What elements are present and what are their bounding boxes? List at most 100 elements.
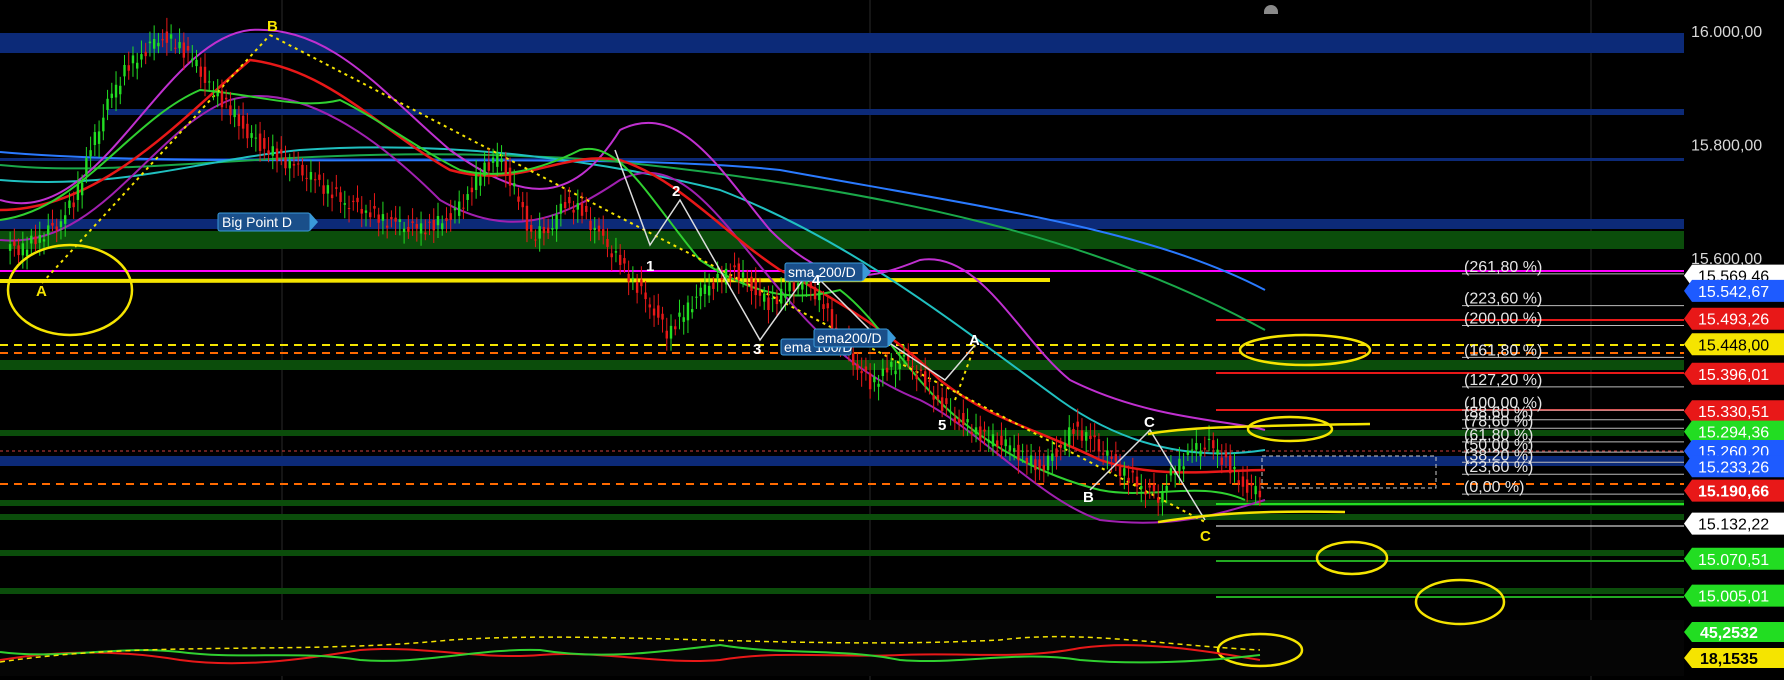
candle-body	[182, 42, 186, 58]
fib-level-label: (23,60 %)	[1464, 459, 1533, 476]
candle-body	[373, 206, 376, 209]
candle-body	[1084, 432, 1088, 441]
fib-level-label: (200,00 %)	[1464, 311, 1542, 328]
candle-body	[729, 275, 732, 279]
candle-body	[517, 196, 520, 202]
wave-label-1: 1	[646, 258, 654, 275]
candle-body	[860, 371, 863, 374]
candle-body	[275, 148, 279, 161]
candle-body	[750, 276, 753, 292]
ema200-label[interactable]: ema200/D	[813, 328, 896, 348]
candle-body	[1250, 483, 1253, 486]
candle-body	[508, 167, 512, 186]
candle-body	[597, 225, 601, 232]
candle-body	[292, 163, 296, 166]
candle-body	[576, 203, 580, 210]
candle-body	[868, 373, 872, 390]
price-tag: 15.132,22	[1684, 512, 1784, 535]
candle-body	[1110, 456, 1113, 459]
candle-body	[894, 370, 897, 375]
candle-body	[457, 201, 461, 216]
candle-body	[1127, 477, 1130, 482]
candle-body	[360, 208, 363, 214]
candle-body	[250, 133, 253, 138]
candle-body	[525, 205, 529, 231]
fib-level-label: (127,20 %)	[1464, 372, 1542, 389]
fib-level-label: (161,80 %)	[1464, 342, 1542, 359]
candle-body	[140, 54, 143, 60]
candle-body	[589, 220, 592, 231]
candle-body	[415, 224, 419, 229]
candle-body	[1000, 435, 1003, 446]
candle-body	[263, 138, 266, 149]
price-tag-text: 15.132,22	[1698, 517, 1769, 534]
price-tag-text: 15.493,26	[1698, 312, 1769, 329]
candle-body	[546, 227, 550, 234]
candle-body	[610, 253, 613, 258]
candle-body	[97, 131, 101, 144]
candle-body	[674, 326, 677, 330]
price-tag-text: 15.542,67	[1698, 284, 1769, 301]
sma200-label[interactable]: sma 200/D	[784, 262, 871, 282]
candle-body	[47, 225, 50, 235]
candle-body	[199, 66, 202, 77]
candle-body	[1148, 485, 1151, 488]
candle-body	[241, 115, 245, 129]
candle-body	[25, 249, 29, 257]
candle-body	[1186, 451, 1190, 455]
price-tag: 15.294,36	[1684, 420, 1784, 443]
candle-body	[195, 59, 198, 67]
candle-body	[1241, 476, 1245, 487]
candle-body	[1161, 490, 1164, 503]
candle-body	[13, 241, 16, 246]
candle-body	[1063, 442, 1067, 449]
candle-body	[932, 395, 935, 400]
candle-body	[953, 417, 957, 423]
candle-body	[504, 160, 507, 174]
candle-body	[491, 157, 495, 163]
candle-body	[530, 224, 533, 232]
candle-body	[1195, 443, 1198, 450]
price-tag: 15.448,00	[1684, 333, 1784, 356]
candle-body	[538, 226, 541, 239]
candle-body	[936, 395, 940, 400]
candle-body	[483, 162, 486, 176]
candle-body	[313, 179, 317, 181]
candle-body	[678, 312, 681, 317]
candle-body	[1220, 457, 1223, 465]
candle-body	[856, 363, 859, 370]
price-tag: 15.190,66	[1684, 479, 1784, 502]
candle-body	[962, 413, 965, 425]
candle-body	[428, 221, 431, 223]
candle-body	[55, 226, 58, 230]
candle-body	[186, 46, 190, 51]
candle-body	[322, 185, 325, 194]
candle-body	[1212, 440, 1215, 449]
candle-body	[500, 158, 503, 163]
candle-body	[779, 288, 783, 304]
candle-body	[1059, 444, 1062, 448]
wave-label-c-white: C	[1144, 414, 1155, 431]
candle-body	[343, 203, 347, 205]
wave-label-b-white: B	[1083, 489, 1094, 506]
candle-body	[309, 171, 313, 180]
candle-body	[496, 152, 499, 167]
candle-body	[623, 258, 626, 264]
candle-body	[381, 214, 385, 221]
candle-body	[661, 313, 664, 320]
candle-body	[568, 197, 571, 204]
candle-body	[758, 290, 762, 296]
candle-body	[191, 58, 194, 61]
candle-body	[462, 207, 465, 209]
big-point-label[interactable]: Big Point D	[217, 212, 318, 232]
candle-body	[695, 296, 698, 298]
candle-body	[614, 251, 618, 253]
candle-body	[335, 187, 338, 189]
candle-body	[928, 380, 931, 382]
candle-body	[1199, 450, 1202, 457]
candle-body	[296, 163, 300, 165]
candle-body	[771, 298, 774, 300]
candle-body	[267, 150, 270, 155]
candle-body	[746, 282, 749, 284]
candle-body	[424, 232, 427, 235]
